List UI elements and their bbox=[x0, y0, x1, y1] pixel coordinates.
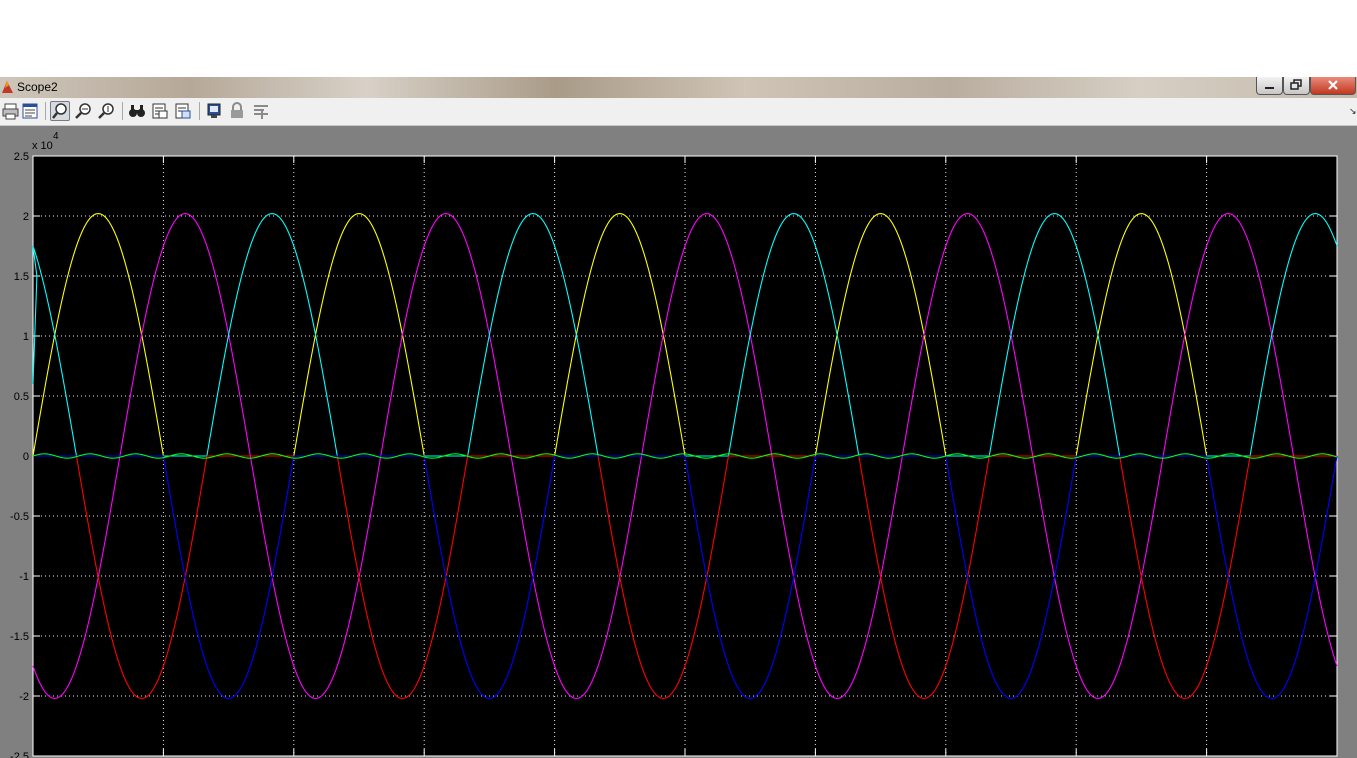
close-button[interactable] bbox=[1310, 77, 1356, 95]
matlab-icon bbox=[2, 81, 13, 93]
y-tick-label: 1.5 bbox=[14, 271, 29, 283]
toolbar: ↘ bbox=[0, 98, 1357, 126]
scope-axes[interactable]: 2.5 2 1.5 1 0.5 0 -0.5 -1 -1.5 -2 -2.5 x 104 bbox=[0, 126, 1357, 758]
toolbar-separator bbox=[45, 102, 46, 120]
save-axes-button[interactable] bbox=[150, 101, 170, 121]
restore-axes-icon bbox=[175, 103, 191, 119]
toolbar-menu-arrow-icon[interactable]: ↘ bbox=[1349, 106, 1357, 117]
print-icon bbox=[2, 103, 19, 120]
lock-icon bbox=[231, 102, 243, 118]
window-title: Scope2 bbox=[17, 80, 58, 94]
restore-button[interactable] bbox=[1283, 77, 1310, 95]
zoom-icon bbox=[52, 103, 67, 119]
exponent-power: 4 bbox=[53, 131, 59, 142]
signal-selection-icon bbox=[254, 105, 268, 119]
print-button[interactable] bbox=[1, 101, 21, 121]
title-bar[interactable]: Scope2 bbox=[0, 77, 1357, 98]
zoom-y-button[interactable] bbox=[96, 101, 116, 121]
signal-selection-button[interactable] bbox=[251, 101, 271, 121]
autoscale-icon bbox=[129, 105, 145, 117]
y-tick-label: -2 bbox=[19, 691, 29, 703]
y-tick-label: 2 bbox=[23, 211, 29, 223]
parameters-icon bbox=[22, 103, 38, 119]
parameters-button[interactable] bbox=[20, 101, 40, 121]
exponent-label: x 10 bbox=[32, 140, 53, 152]
minimize-icon bbox=[1265, 87, 1274, 89]
zoom-x-button[interactable] bbox=[73, 101, 93, 121]
restore-icon bbox=[1290, 79, 1302, 90]
zoom-x-icon bbox=[75, 103, 91, 119]
scope-window: Scope2 ↘ 2.5 2 1.5 1 0.5 0 -0.5 -1 -1.5 … bbox=[0, 77, 1357, 758]
y-tick-label: 2.5 bbox=[14, 151, 29, 163]
zoom-y-icon bbox=[98, 103, 114, 119]
zoom-button[interactable] bbox=[50, 101, 70, 121]
toolbar-separator bbox=[199, 102, 200, 120]
y-tick-label: -2.5 bbox=[10, 751, 29, 758]
lock-button[interactable] bbox=[227, 101, 247, 121]
y-tick-label: -0.5 bbox=[10, 511, 29, 523]
save-axes-icon bbox=[152, 103, 168, 119]
floating-scope-icon bbox=[207, 103, 221, 118]
minimize-button[interactable] bbox=[1256, 77, 1283, 95]
y-tick-label: 0 bbox=[23, 451, 29, 463]
floating-scope-button[interactable] bbox=[204, 101, 224, 121]
y-tick-label: 0.5 bbox=[14, 391, 29, 403]
restore-axes-button[interactable] bbox=[173, 101, 193, 121]
autoscale-button[interactable] bbox=[127, 101, 147, 121]
close-icon bbox=[1328, 80, 1338, 90]
y-tick-label: -1.5 bbox=[10, 631, 29, 643]
y-tick-label: 1 bbox=[23, 331, 29, 343]
toolbar-separator bbox=[122, 102, 123, 120]
y-tick-label: -1 bbox=[19, 571, 29, 583]
